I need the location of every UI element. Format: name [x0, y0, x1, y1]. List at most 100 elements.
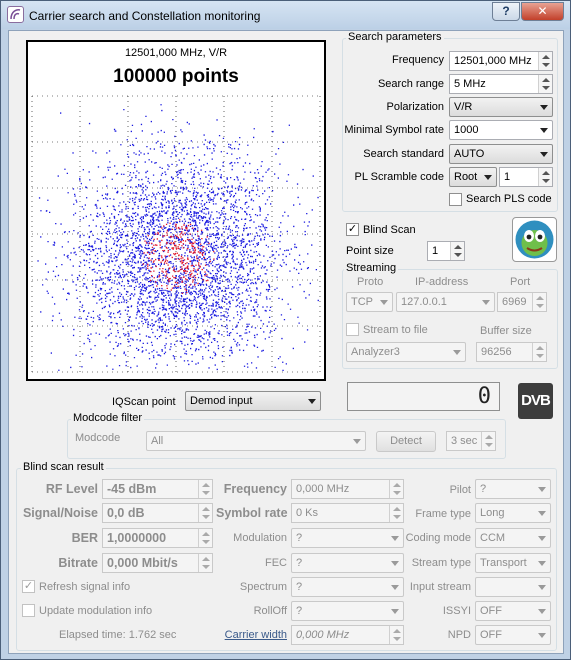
stream-file-select[interactable]: Analyzer3 [346, 342, 466, 362]
spectrum-select[interactable]: ? [291, 577, 404, 597]
polarization-select[interactable]: V/R [449, 97, 553, 117]
bitrate-label: Bitrate [58, 556, 98, 570]
pls-code-spin[interactable] [538, 168, 552, 186]
chevron-down-icon [538, 561, 546, 566]
update-modulation-checkbox[interactable] [22, 604, 35, 617]
chevron-down-icon [482, 300, 490, 305]
frame-type-label: Frame type [415, 508, 471, 520]
iqscan-label: IQScan point [112, 396, 176, 408]
ip-address-select[interactable]: 127.0.0.1 [396, 292, 495, 312]
detect-interval-spin[interactable] [481, 432, 495, 450]
chevron-down-icon [538, 633, 546, 638]
streaming-legend: Streaming [344, 262, 399, 274]
elapsed-time-label: Elapsed time: 1.762 sec [59, 629, 177, 641]
refresh-signal-checkbox[interactable]: ✓ [22, 580, 35, 593]
fec-select[interactable]: ? [291, 553, 404, 573]
modcode-select[interactable]: All [146, 431, 366, 451]
stream-type-select[interactable]: Transport [475, 553, 551, 573]
rolloff-label: RollOff [253, 605, 287, 617]
ber-value: 1,0000000 [102, 528, 213, 548]
ip-header: IP-address [415, 276, 469, 288]
modulation-select[interactable]: ? [291, 528, 404, 548]
coding-mode-select[interactable]: CCM [475, 528, 551, 548]
port-spin[interactable] [532, 293, 546, 311]
chevron-down-icon [538, 511, 546, 516]
chevron-down-icon [391, 536, 399, 541]
port-header: Port [510, 276, 531, 288]
search-standard-label: Search standard [363, 148, 444, 160]
chevron-down-icon [538, 585, 546, 590]
app-icon [7, 6, 24, 23]
iqscan-select[interactable]: Demod input [185, 391, 321, 411]
fec-label: FEC [265, 557, 287, 569]
help-button[interactable]: ? [492, 2, 520, 21]
frame-type-select[interactable]: Long [475, 503, 551, 523]
frequency-spin[interactable] [538, 52, 552, 70]
chevron-down-icon [538, 609, 546, 614]
chevron-down-icon [380, 300, 388, 305]
constellation-plot[interactable]: 12501,000 MHz, V/R 100000 points [26, 40, 326, 381]
blind-scan-label: Blind Scan [363, 224, 416, 236]
modcode-filter-legend: Modcode filter [71, 412, 145, 424]
carrier-width-value: 0,000 MHz [291, 625, 404, 645]
buffer-size-spin[interactable] [532, 343, 546, 361]
rolloff-select[interactable]: ? [291, 601, 404, 621]
pilot-select[interactable]: ? [475, 479, 551, 499]
port-input[interactable]: 6969 [497, 292, 547, 312]
spectrum-label: Spectrum [239, 581, 287, 593]
chevron-down-icon [538, 487, 546, 492]
proto-select[interactable]: TCP [346, 292, 393, 312]
polarization-label: Polarization [386, 101, 444, 113]
search-pls-label: Search PLS code [466, 193, 552, 205]
carrier-width-link[interactable]: Carrier width [216, 629, 287, 641]
result-frequency-value: 0,000 MHz [291, 479, 404, 499]
chevron-down-icon [453, 350, 461, 355]
stream-to-file-checkbox[interactable] [346, 323, 359, 336]
chevron-down-icon [308, 399, 316, 404]
chevron-down-icon [538, 536, 546, 541]
chevron-down-icon [353, 439, 361, 444]
pls-label: PL Scramble code [354, 171, 444, 183]
symbol-rate-select[interactable]: 1000 [449, 120, 553, 140]
title-bar[interactable]: Carrier search and Constellation monitor… [1, 1, 570, 29]
search-pls-checkbox[interactable] [449, 193, 462, 206]
chevron-down-icon [391, 585, 399, 590]
chevron-down-icon [391, 561, 399, 566]
blind-scan-result-legend: Blind scan result [21, 461, 106, 473]
result-frequency-label: Frequency [223, 482, 287, 496]
chevron-down-icon [391, 609, 399, 614]
proto-header: Proto [357, 276, 384, 288]
modcode-label: Modcode [75, 432, 121, 444]
pilot-label: Pilot [449, 484, 471, 496]
chevron-down-icon [484, 175, 492, 180]
point-size-input[interactable]: 1 [427, 241, 465, 261]
coding-mode-label: Coding mode [405, 532, 471, 544]
lcd-display: 0 [347, 382, 500, 411]
chevron-down-icon [540, 128, 548, 133]
app-logo [512, 217, 557, 262]
issyi-select[interactable]: OFF [475, 601, 551, 621]
frequency-label: Frequency [392, 54, 444, 66]
rf-level-label: RF Level [45, 482, 98, 496]
constellation-scatter [31, 95, 321, 373]
close-button[interactable]: ✕ [521, 2, 564, 21]
stream-to-file-label: Stream to file [363, 324, 428, 336]
result-symbol-rate-label: Symbol rate [216, 506, 288, 520]
point-size-spin[interactable] [450, 242, 464, 260]
npd-select[interactable]: OFF [475, 625, 551, 645]
detect-button[interactable]: Detect [376, 431, 436, 452]
search-standard-select[interactable]: AUTO [449, 144, 553, 164]
npd-label: NPD [447, 629, 471, 641]
signal-noise-label: Signal/Noise [22, 506, 98, 520]
chevron-down-icon [540, 105, 548, 110]
blind-scan-checkbox[interactable]: ✓ [346, 223, 359, 236]
buffer-size-input[interactable]: 96256 [476, 342, 547, 362]
search-range-input[interactable]: 5 MHz [449, 74, 553, 94]
frequency-input[interactable]: 12501,000 MHz [449, 51, 553, 71]
search-range-spin[interactable] [538, 75, 552, 93]
detect-interval-input[interactable]: 3 sec [446, 431, 496, 451]
pls-code-input[interactable]: 1 [499, 167, 553, 187]
pls-mode-select[interactable]: Root [449, 167, 497, 187]
modulation-label: Modulation [233, 532, 287, 544]
input-stream-select[interactable] [475, 577, 551, 597]
